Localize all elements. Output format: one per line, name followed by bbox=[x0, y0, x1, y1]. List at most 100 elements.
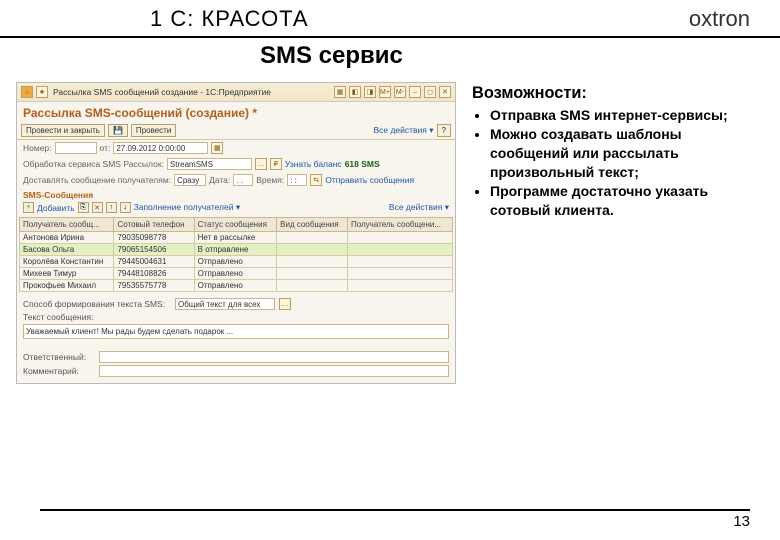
date-field[interactable]: 27.09.2012 0:00:00 bbox=[113, 142, 208, 154]
tool-icon[interactable]: ◧ bbox=[349, 86, 361, 98]
send-button[interactable]: Отправить сообщения bbox=[325, 175, 414, 185]
table-cell: 79445004631 bbox=[114, 256, 194, 268]
method-more-icon[interactable]: … bbox=[279, 298, 291, 310]
fill-button[interactable]: Заполнение получателей ▾ bbox=[134, 202, 241, 213]
time-field[interactable]: : : bbox=[287, 174, 307, 186]
number-field[interactable] bbox=[55, 142, 97, 154]
table-cell: Отправлено bbox=[194, 280, 277, 292]
all-actions-menu[interactable]: Все действия ▾ bbox=[373, 125, 433, 136]
table-row[interactable]: Басова Ольга79065154506В отправлене bbox=[20, 244, 453, 256]
send-icon[interactable]: ⇆ bbox=[310, 174, 322, 186]
time-label: Время: bbox=[256, 175, 284, 185]
table-cell bbox=[347, 232, 452, 244]
table-cell: Михеев Тимур bbox=[20, 268, 114, 280]
table-row[interactable]: Михеев Тимур79448108826Отправлено bbox=[20, 268, 453, 280]
method-label: Способ формирования текста SMS: bbox=[23, 299, 171, 309]
date2-label: Дата: bbox=[209, 175, 230, 185]
provider-field[interactable]: StreamSMS bbox=[167, 158, 252, 170]
grid-toolbar: + Добавить ⎘ ✕ ↑ ↓ Заполнение получателе… bbox=[17, 200, 455, 215]
table-cell: Басова Ольга bbox=[20, 244, 114, 256]
table-row[interactable]: Прокофьев Михаил79535575778Отправлено bbox=[20, 280, 453, 292]
mminus-icon[interactable]: M- bbox=[394, 86, 406, 98]
balance-button[interactable]: Узнать баланс bbox=[285, 159, 342, 169]
app-window: ⌂ ★ Рассылка SMS сообщений создание - 1С… bbox=[16, 82, 456, 384]
message-text[interactable]: Уважаемый клиент! Мы рады будем сделать … bbox=[23, 324, 449, 339]
post-close-button[interactable]: Провести и закрыть bbox=[21, 124, 105, 137]
mplus-icon[interactable]: M+ bbox=[379, 86, 391, 98]
comment-label: Комментарий: bbox=[23, 366, 95, 376]
post-button[interactable]: Провести bbox=[131, 124, 176, 137]
table-cell bbox=[347, 244, 452, 256]
main-toolbar: Провести и закрыть 💾 Провести Все действ… bbox=[17, 122, 455, 140]
prepare-label: Доставлять сообщение получателям: bbox=[23, 175, 171, 185]
balance-value: 618 SMS bbox=[345, 159, 380, 169]
grid-all-actions[interactable]: Все действия ▾ bbox=[389, 202, 449, 213]
section-title: SMS-Сообщения bbox=[17, 188, 455, 200]
table-row[interactable]: Королёва Константин79445004631Отправлено bbox=[20, 256, 453, 268]
features-panel: Возможности: Отправка SMS интернет-серви… bbox=[472, 82, 752, 384]
table-cell: 79035098778 bbox=[114, 232, 194, 244]
down-icon[interactable]: ↓ bbox=[120, 202, 131, 213]
table-cell: Отправлено bbox=[194, 256, 277, 268]
table-cell: Прокофьев Михаил bbox=[20, 280, 114, 292]
balance-icon[interactable]: ₽ bbox=[270, 158, 282, 170]
table-cell: Отправлено bbox=[194, 268, 277, 280]
table-row[interactable]: Антонова Ирина79035098778Нет в рассылке bbox=[20, 232, 453, 244]
column-header[interactable]: Сотовый телефон bbox=[114, 218, 194, 232]
lookup-icon[interactable]: … bbox=[255, 158, 267, 170]
table-cell bbox=[277, 244, 348, 256]
table-cell bbox=[277, 268, 348, 280]
responsible-field[interactable] bbox=[99, 351, 449, 363]
window-titlebar: ⌂ ★ Рассылка SMS сообщений создание - 1С… bbox=[17, 83, 455, 102]
tool2-icon[interactable]: ◨ bbox=[364, 86, 376, 98]
feature-item: Программе достаточно указать сотовый кли… bbox=[490, 182, 752, 220]
add-icon[interactable]: + bbox=[23, 202, 34, 213]
table-cell: 79448108826 bbox=[114, 268, 194, 280]
recipients-table: Получатель сообщ...Сотовый телефонСтатус… bbox=[19, 217, 453, 292]
column-header[interactable]: Вид сообщения bbox=[277, 218, 348, 232]
date-label: от: bbox=[100, 143, 111, 153]
prepare-field[interactable]: Сразу bbox=[174, 174, 206, 186]
table-cell bbox=[277, 256, 348, 268]
table-cell bbox=[347, 268, 452, 280]
calc-icon[interactable]: ▦ bbox=[334, 86, 346, 98]
column-header[interactable]: Получатель сообщени... bbox=[347, 218, 452, 232]
text-label: Текст сообщения: bbox=[23, 312, 171, 322]
help-icon[interactable]: ? bbox=[437, 124, 451, 137]
table-cell bbox=[347, 256, 452, 268]
table-cell: 79065154506 bbox=[114, 244, 194, 256]
add-button[interactable]: Добавить bbox=[37, 203, 75, 213]
calendar-icon[interactable]: ▦ bbox=[211, 142, 223, 154]
feature-item: Отправка SMS интернет-сервисы; bbox=[490, 106, 752, 125]
page-number: 13 bbox=[40, 509, 750, 530]
number-label: Номер: bbox=[23, 143, 52, 153]
star-icon[interactable]: ★ bbox=[36, 86, 48, 98]
feature-item: Можно создавать шаблоны сообщений или ра… bbox=[490, 125, 752, 182]
table-cell bbox=[347, 280, 452, 292]
provider-label: Обработка сервиса SMS Рассылок: bbox=[23, 159, 164, 169]
column-header[interactable]: Статус сообщения bbox=[194, 218, 277, 232]
save-icon[interactable]: 💾 bbox=[108, 124, 128, 137]
table-cell: В отправлене bbox=[194, 244, 277, 256]
date2-field[interactable]: . . bbox=[233, 174, 253, 186]
home-icon[interactable]: ⌂ bbox=[21, 86, 33, 98]
window-title: Рассылка SMS сообщений создание - 1С:Пре… bbox=[53, 87, 271, 97]
responsible-label: Ответственный: bbox=[23, 352, 95, 362]
column-header[interactable]: Получатель сообщ... bbox=[20, 218, 114, 232]
service-title: SMS сервис bbox=[260, 42, 780, 70]
table-cell bbox=[277, 280, 348, 292]
table-cell: Королёва Константин bbox=[20, 256, 114, 268]
close-icon[interactable]: ✕ bbox=[439, 86, 451, 98]
up-icon[interactable]: ↑ bbox=[106, 202, 117, 213]
method-field[interactable]: Общий текст для всех bbox=[175, 298, 275, 310]
brand-logo: oxtron bbox=[689, 6, 750, 32]
delete-icon[interactable]: ✕ bbox=[92, 202, 103, 213]
comment-field[interactable] bbox=[99, 365, 449, 377]
copy-icon[interactable]: ⎘ bbox=[78, 202, 89, 213]
restore-icon[interactable]: ◻ bbox=[424, 86, 436, 98]
table-cell: Нет в рассылке bbox=[194, 232, 277, 244]
form-title: Рассылка SMS-сообщений (создание) * bbox=[17, 102, 455, 122]
table-cell: 79535575778 bbox=[114, 280, 194, 292]
minimize-icon[interactable]: – bbox=[409, 86, 421, 98]
table-cell: Антонова Ирина bbox=[20, 232, 114, 244]
